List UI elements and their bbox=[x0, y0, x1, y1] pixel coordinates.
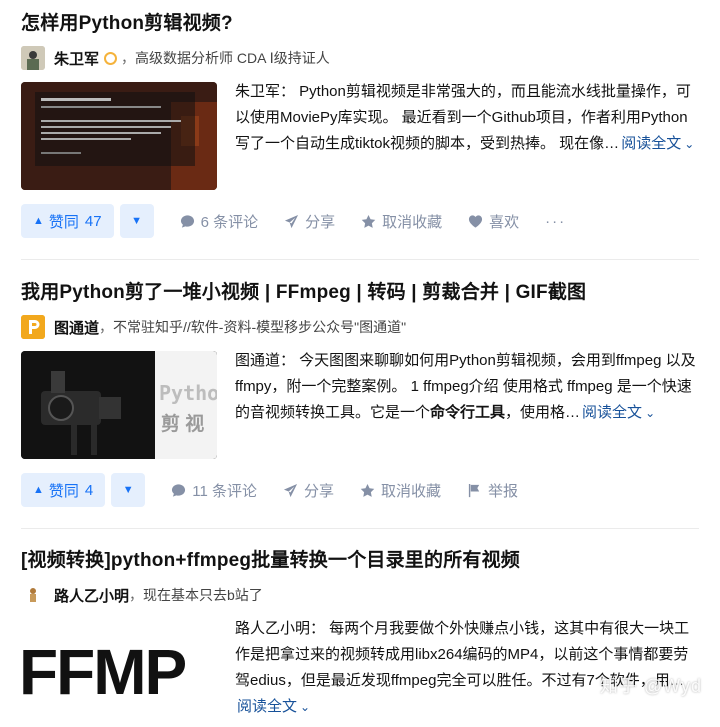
report-label: 举报 bbox=[488, 482, 519, 500]
share-button[interactable]: 分享 bbox=[283, 480, 334, 501]
author-bio: 不常驻知乎//软件-资料-模型移步公众号"图通道" bbox=[113, 319, 407, 335]
author-separator: ， bbox=[99, 319, 114, 335]
excerpt[interactable]: 朱卫军： Python剪辑视频是非常强大的，而且能流水线批量操作，可以使用Mov… bbox=[235, 79, 701, 190]
author-name[interactable]: 路人乙小明 bbox=[54, 585, 129, 606]
answer-card-3: [视频转换]python+ffmpeg批量转换一个目录里的所有视频 路人乙小明 … bbox=[21, 549, 701, 727]
answer-card-2: 我用Python剪了一堆小视频 | FFmpeg | 转码 | 剪裁合并 | G… bbox=[21, 281, 701, 507]
answer-card-1: 怎样用Python剪辑视频? 朱卫军 ， 高级数据分析师 CDA Ⅰ级持证人 朱… bbox=[21, 12, 701, 238]
unfavorite-label: 取消收藏 bbox=[382, 213, 443, 231]
read-more-label: 阅读全文 bbox=[237, 698, 298, 715]
read-more-label: 阅读全文 bbox=[582, 404, 643, 421]
chevron-down-icon: ⌄ bbox=[645, 406, 656, 420]
upvote-button[interactable]: ▲ 赞同 4 bbox=[21, 473, 106, 507]
share-label: 分享 bbox=[304, 482, 335, 500]
thumbnail-image[interactable] bbox=[21, 82, 217, 190]
card-body: 朱卫军： Python剪辑视频是非常强大的，而且能流水线批量操作，可以使用Mov… bbox=[21, 82, 701, 190]
action-bar: ▲ 赞同 4 ▼ 11 条评论 分享 取消收藏 举报 bbox=[21, 473, 701, 507]
divider bbox=[21, 528, 699, 529]
avatar[interactable] bbox=[21, 583, 45, 607]
share-icon bbox=[285, 214, 299, 228]
heart-icon bbox=[469, 214, 483, 228]
triangle-up-icon: ▲ bbox=[33, 484, 44, 496]
avatar[interactable] bbox=[21, 315, 45, 339]
excerpt-highlight: 命令行工具 bbox=[430, 404, 506, 421]
card-body: Pytho 剪 视 图通道： 今天图图来聊聊如何用Python剪辑视频，会用到f… bbox=[21, 351, 701, 459]
author-name[interactable]: 朱卫军 bbox=[54, 48, 99, 69]
share-label: 分享 bbox=[305, 213, 336, 231]
author-separator: ， bbox=[129, 587, 144, 603]
chevron-down-icon: ⌄ bbox=[300, 700, 311, 714]
action-bar: ▲ 赞同 47 ▼ 6 条评论 分享 取消收藏 喜欢 ··· bbox=[21, 204, 701, 238]
like-button[interactable]: 喜欢 bbox=[468, 211, 519, 232]
comment-label: 6 条评论 bbox=[200, 213, 259, 231]
excerpt-text-tail: ，使用格… bbox=[505, 404, 581, 421]
author-row: 路人乙小明 ， 现在基本只去b站了 bbox=[21, 583, 701, 607]
chevron-down-icon: ⌄ bbox=[684, 137, 695, 151]
comment-icon bbox=[172, 483, 186, 497]
report-button[interactable]: 举报 bbox=[467, 480, 518, 501]
triangle-down-icon: ▼ bbox=[131, 215, 143, 227]
star-icon bbox=[361, 214, 376, 228]
upvote-count: 47 bbox=[84, 212, 102, 230]
author-separator: ， bbox=[121, 50, 136, 66]
upvote-label: 赞同 bbox=[48, 482, 79, 500]
read-more-link[interactable]: 阅读全文 ⌄ bbox=[582, 404, 655, 421]
thumbnail-image[interactable]: Pytho 剪 视 bbox=[21, 351, 217, 459]
upvote-count: 4 bbox=[84, 481, 94, 499]
author-row: 朱卫军 ， 高级数据分析师 CDA Ⅰ级持证人 bbox=[21, 46, 701, 70]
avatar[interactable] bbox=[21, 46, 45, 70]
read-more-link[interactable]: 阅读全文 ⌄ bbox=[621, 135, 694, 152]
triangle-up-icon: ▲ bbox=[33, 215, 44, 227]
flag-icon bbox=[468, 483, 480, 497]
read-more-label: 阅读全文 bbox=[621, 135, 682, 152]
share-icon bbox=[283, 483, 298, 497]
unfavorite-button[interactable]: 取消收藏 bbox=[361, 211, 442, 232]
author-name[interactable]: 图通道 bbox=[54, 317, 99, 338]
thumbnail-caption-1: Pytho bbox=[159, 381, 217, 405]
unfavorite-button[interactable]: 取消收藏 bbox=[360, 480, 441, 501]
triangle-down-icon: ▼ bbox=[122, 484, 134, 496]
thumbnail-caption-2: 剪 视 bbox=[161, 414, 205, 435]
read-more-link[interactable]: 阅读全文 ⌄ bbox=[237, 698, 310, 715]
thumbnail-logo-text: FFMP bbox=[21, 636, 187, 708]
star-icon bbox=[360, 483, 375, 497]
share-button[interactable]: 分享 bbox=[284, 211, 335, 232]
comment-button[interactable]: 11 条评论 bbox=[171, 480, 257, 501]
divider bbox=[21, 259, 699, 260]
card-title[interactable]: 怎样用Python剪辑视频? bbox=[21, 12, 701, 36]
comment-label: 11 条评论 bbox=[192, 482, 257, 500]
unfavorite-label: 取消收藏 bbox=[381, 482, 442, 500]
card-title[interactable]: 我用Python剪了一堆小视频 | FFmpeg | 转码 | 剪裁合并 | G… bbox=[21, 281, 701, 305]
like-label: 喜欢 bbox=[489, 213, 520, 231]
comment-button[interactable]: 6 条评论 bbox=[180, 211, 259, 232]
author-row: 图通道 ， 不常驻知乎//软件-资料-模型移步公众号"图通道" bbox=[21, 315, 701, 339]
comment-icon bbox=[180, 214, 194, 228]
watermark: 知乎 @Wyd bbox=[599, 676, 702, 696]
upvote-label: 赞同 bbox=[48, 213, 79, 231]
author-bio: 现在基本只去b站了 bbox=[143, 587, 263, 603]
card-title[interactable]: [视频转换]python+ffmpeg批量转换一个目录里的所有视频 bbox=[21, 549, 701, 573]
excerpt[interactable]: 图通道： 今天图图来聊聊如何用Python剪辑视频，会用到ffmpeg 以及 f… bbox=[235, 348, 701, 459]
thumbnail-image[interactable]: FFMP bbox=[21, 619, 217, 727]
certified-badge-icon bbox=[104, 51, 118, 65]
more-options-button[interactable]: ··· bbox=[545, 213, 566, 230]
upvote-button[interactable]: ▲ 赞同 47 bbox=[21, 204, 114, 238]
author-bio: 高级数据分析师 CDA Ⅰ级持证人 bbox=[135, 50, 330, 66]
downvote-button[interactable]: ▼ bbox=[111, 473, 146, 507]
downvote-button[interactable]: ▼ bbox=[119, 204, 154, 238]
